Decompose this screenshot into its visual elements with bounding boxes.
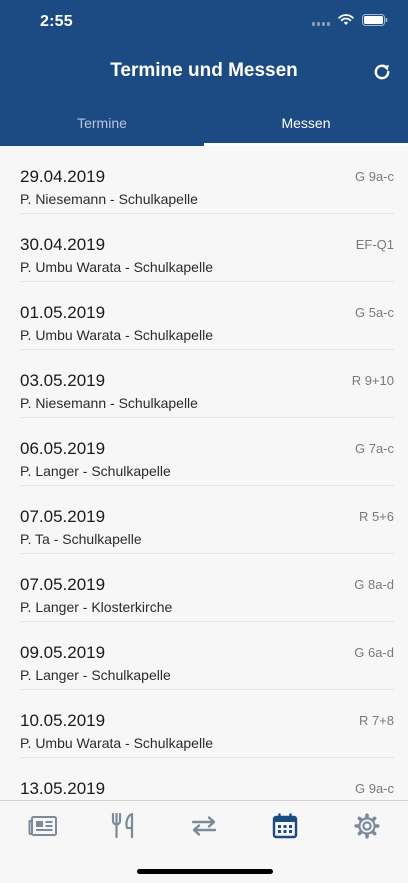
cellular-signal-icon xyxy=(312,14,330,26)
tab-messen-label: Messen xyxy=(281,115,331,131)
item-description: P. Niesemann - Schulkapelle xyxy=(20,191,198,207)
item-description: P. Langer - Klosterkirche xyxy=(20,599,173,615)
tab-calendar[interactable] xyxy=(268,809,302,843)
item-date: 29.04.2019 xyxy=(20,167,106,186)
list-item[interactable]: 01.05.2019 G 5a-c P. Umbu Warata - Schul… xyxy=(20,282,394,350)
list-item[interactable]: 10.05.2019 R 7+8 P. Umbu Warata - Schulk… xyxy=(20,690,394,758)
masses-list[interactable]: 29.04.2019 G 9a-c P. Niesemann - Schulka… xyxy=(0,146,408,800)
item-date: 01.05.2019 xyxy=(20,303,106,322)
item-description: P. Niesemann - Schulkapelle xyxy=(20,395,198,411)
item-class: G 7a-c xyxy=(354,441,394,456)
item-description: P. Ta - Schulkapelle xyxy=(20,531,142,547)
wifi-icon xyxy=(338,14,354,25)
list-item[interactable]: 03.05.2019 R 9+10 P. Niesemann - Schulka… xyxy=(20,350,394,418)
tab-substitutions[interactable] xyxy=(187,809,221,843)
list-item[interactable]: 07.05.2019 G 8a-d P. Langer - Klosterkir… xyxy=(20,554,394,622)
item-description: P. Umbu Warata - Schulkapelle xyxy=(20,259,213,275)
item-class: R 9+10 xyxy=(351,373,394,388)
item-class: G 6a-d xyxy=(354,645,394,660)
item-description: P. Langer - Schulkapelle xyxy=(20,667,171,683)
item-date: 13.05.2019 xyxy=(20,779,106,798)
header: 2:55 Termine und Messen Termine Messen xyxy=(0,0,408,146)
swap-icon xyxy=(191,816,217,836)
status-bar: 2:55 xyxy=(0,0,408,44)
list-item[interactable]: 29.04.2019 G 9a-c P. Niesemann - Schulka… xyxy=(20,146,394,214)
item-date: 09.05.2019 xyxy=(20,643,106,662)
item-date: 10.05.2019 xyxy=(20,711,106,730)
list-item[interactable]: 09.05.2019 G 6a-d P. Langer - Schulkapel… xyxy=(20,622,394,690)
list-item[interactable]: 30.04.2019 EF-Q1 P. Umbu Warata - Schulk… xyxy=(20,214,394,282)
segment-tabs: Termine Messen xyxy=(0,100,408,146)
tab-news[interactable] xyxy=(26,809,60,843)
status-icons xyxy=(312,14,388,26)
news-icon xyxy=(28,816,57,836)
list-item[interactable]: 07.05.2019 R 5+6 P. Ta - Schulkapelle xyxy=(20,486,394,554)
item-class: G 5a-c xyxy=(354,305,394,320)
food-icon xyxy=(111,813,134,839)
tab-messen[interactable]: Messen xyxy=(204,100,408,146)
item-description: P. Umbu Warata - Schulkapelle xyxy=(20,327,213,343)
tab-termine-label: Termine xyxy=(77,115,127,131)
settings-icon xyxy=(354,813,380,839)
item-date: 03.05.2019 xyxy=(20,371,106,390)
status-time: 2:55 xyxy=(40,13,73,30)
home-indicator xyxy=(137,869,273,874)
item-class: R 7+8 xyxy=(358,713,394,728)
item-date: 06.05.2019 xyxy=(20,439,106,458)
page-title: Termine und Messen xyxy=(110,60,298,81)
item-class: R 5+6 xyxy=(358,509,394,524)
tab-settings[interactable] xyxy=(350,809,384,843)
item-description: P. Langer - Schulkapelle xyxy=(20,463,171,479)
calendar-icon xyxy=(272,813,298,839)
item-date: 07.05.2019 xyxy=(20,575,106,594)
item-date: 07.05.2019 xyxy=(20,507,106,526)
item-class: G 9a-c xyxy=(354,781,394,796)
item-date: 30.04.2019 xyxy=(20,235,106,254)
list-item[interactable]: 06.05.2019 G 7a-c P. Langer - Schulkapel… xyxy=(20,418,394,486)
battery-icon xyxy=(362,14,388,26)
item-class: G 9a-c xyxy=(354,169,394,184)
item-description: P. Umbu Warata - Schulkapelle xyxy=(20,735,213,751)
tab-termine[interactable]: Termine xyxy=(0,100,204,146)
tab-food[interactable] xyxy=(106,809,140,843)
item-class: EF-Q1 xyxy=(355,237,394,252)
refresh-icon xyxy=(374,64,390,80)
refresh-button[interactable] xyxy=(370,60,394,84)
list-item[interactable]: 13.05.2019 G 9a-c xyxy=(20,758,394,800)
item-class: G 8a-d xyxy=(354,577,394,592)
